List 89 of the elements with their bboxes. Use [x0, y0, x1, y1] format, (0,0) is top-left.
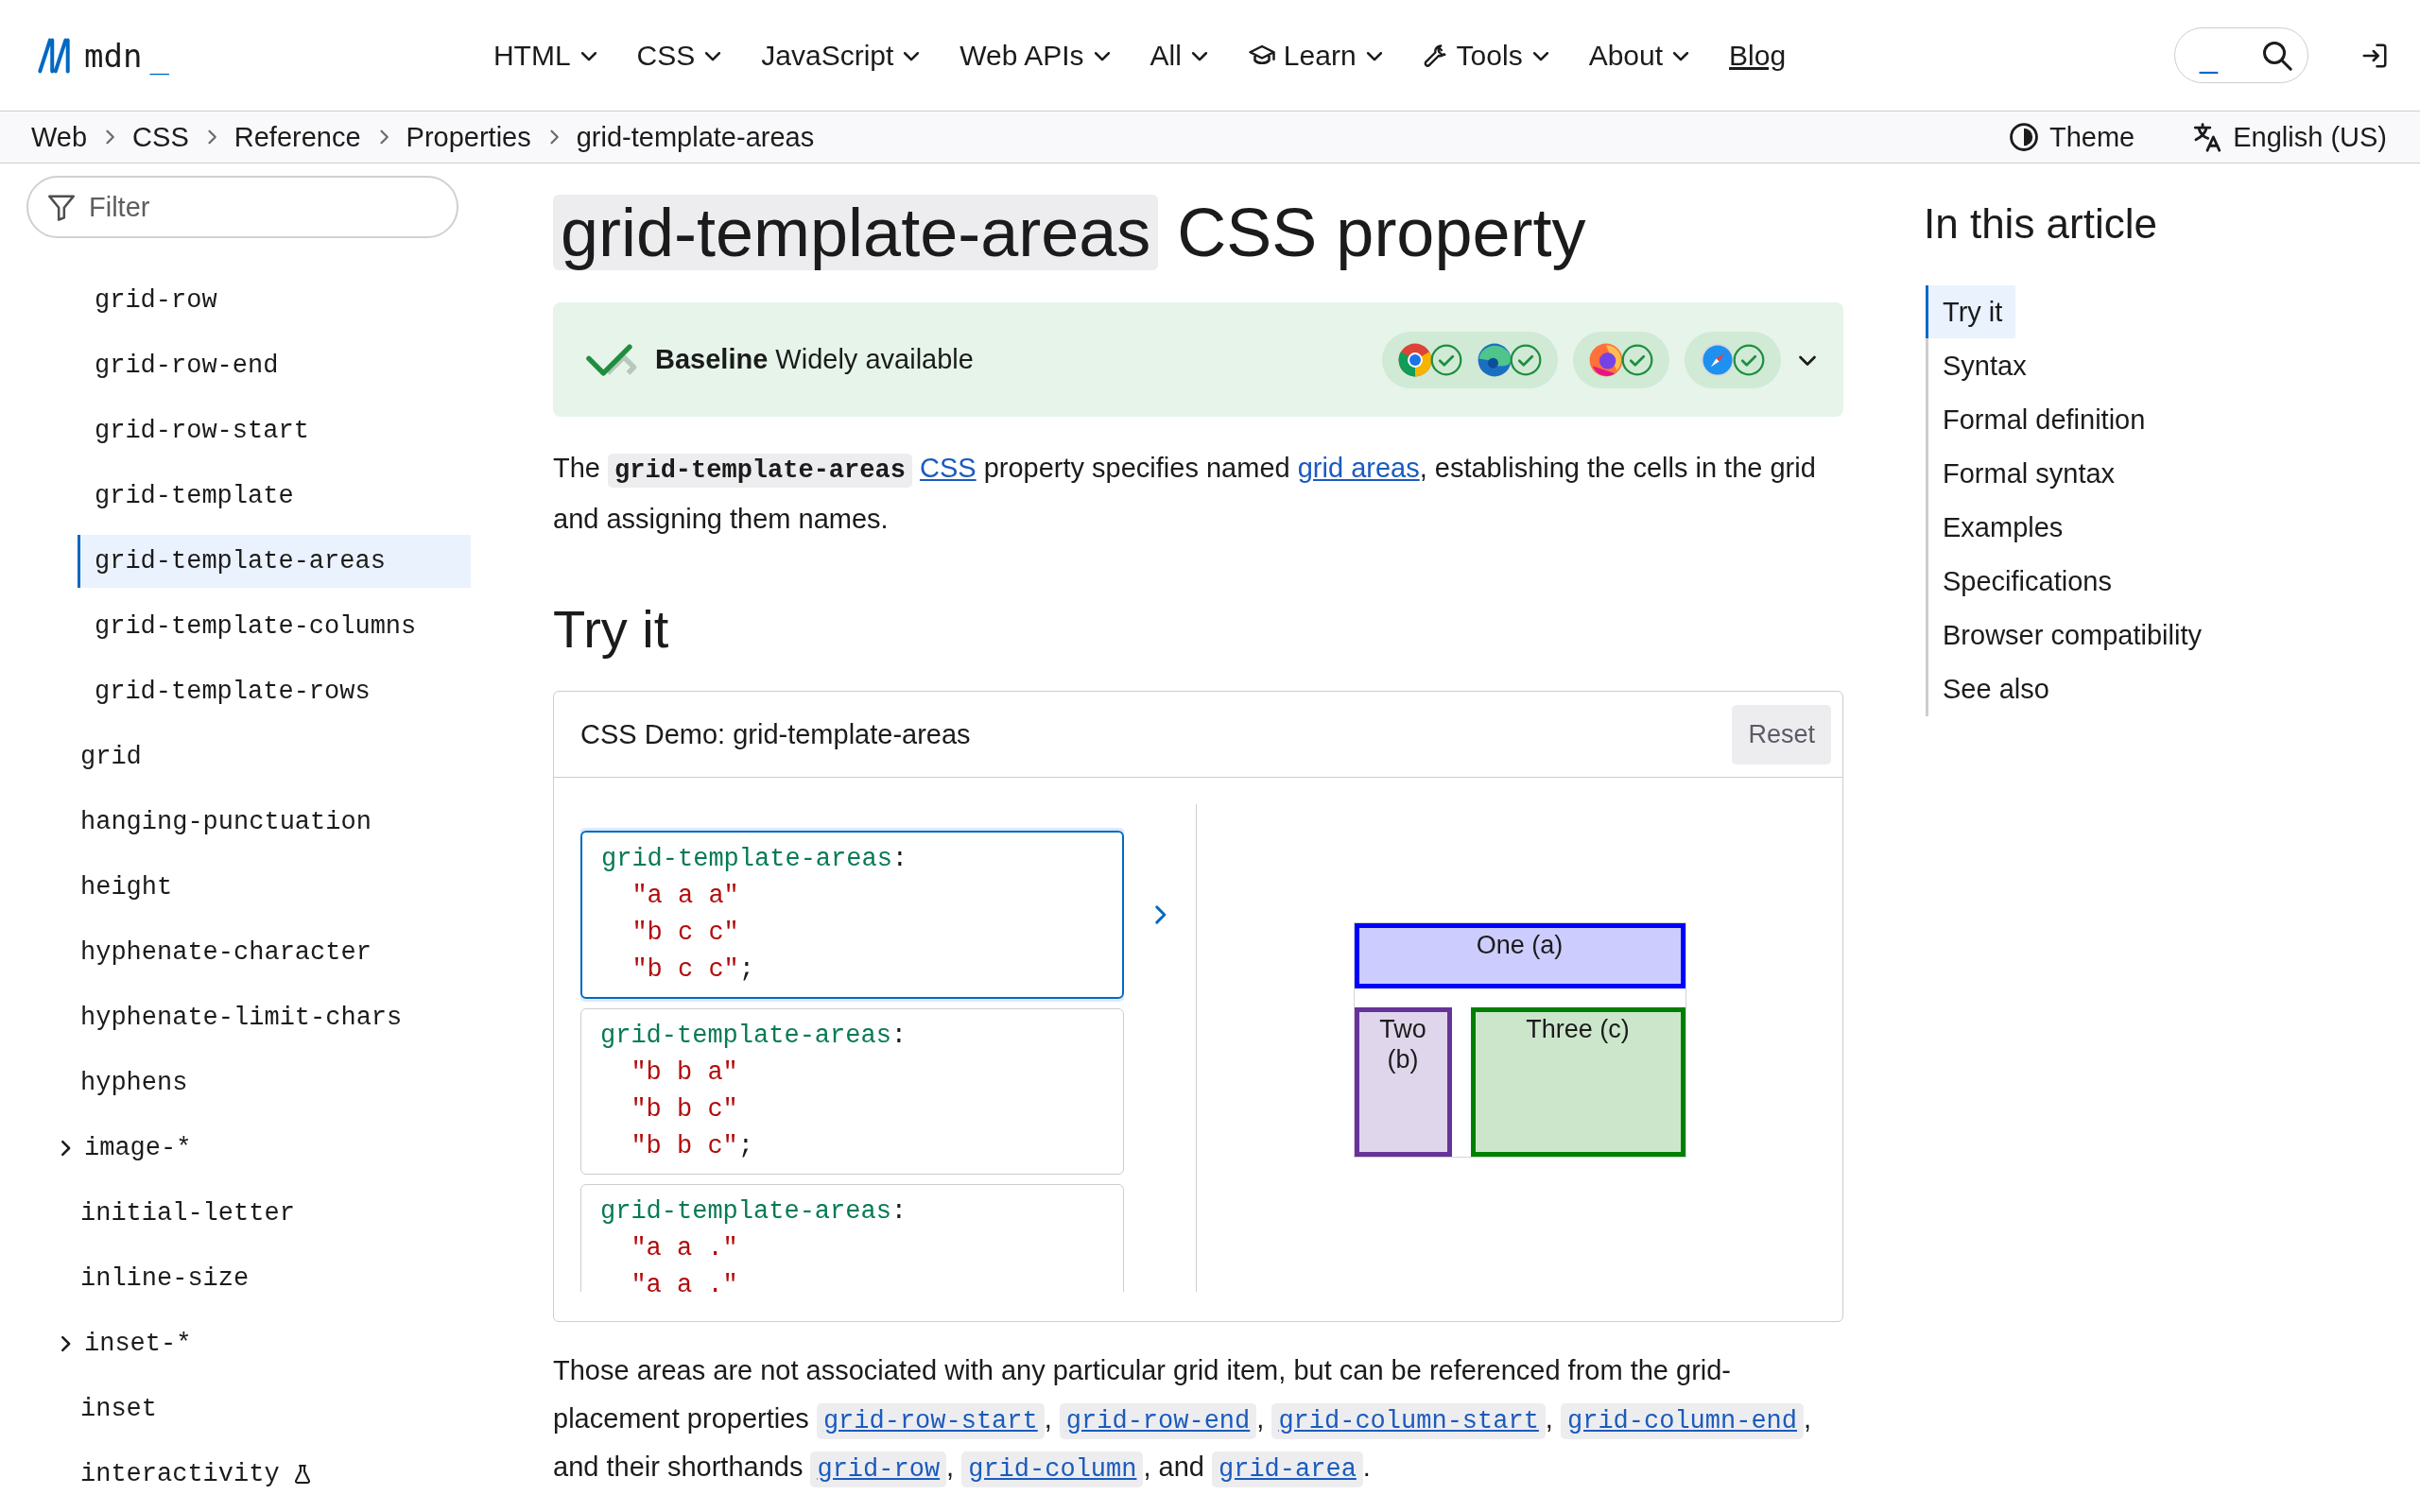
code-line: "b b a" [630, 1057, 739, 1089]
toc-title: In this article [1924, 199, 2158, 249]
baseline-banner[interactable]: Baseline Widely available [553, 302, 1843, 417]
breadcrumb-link[interactable]: Web [31, 121, 88, 153]
link[interactable]: grid areas [1297, 453, 1420, 483]
section-heading: Try it [553, 598, 670, 661]
sidebar-link[interactable]: inset-* [52, 1316, 445, 1370]
toc-link[interactable]: Specifications [1926, 555, 2125, 608]
baseline-label: Baseline Widely available [655, 344, 974, 375]
browser-icon [1477, 341, 1512, 378]
sidebar-link[interactable]: grid-row [78, 273, 471, 327]
grid-item: One (a) [1354, 922, 1685, 988]
breadcrumb-link[interactable]: Properties [406, 121, 531, 153]
toc-link[interactable]: Try it [1926, 285, 2016, 338]
code-line: grid-template-areas: [600, 1021, 908, 1052]
sidebar-link[interactable]: initial-letter [63, 1186, 457, 1240]
body-paragraph: Those areas are not associated with any particular grid item, but can be referenced from the grid-placement properties grid-row-start , grid-row-end , grid-column-start , grid-column-end , and their shorthands grid-row , grid-column , and grid-area . [553, 1347, 1843, 1491]
code-line: "a a a" [631, 881, 740, 912]
toc-link[interactable]: Formal syntax [1926, 447, 2129, 500]
sidebar-link[interactable]: grid-row-start [78, 404, 471, 457]
nav-menu[interactable]: CSS [636, 39, 724, 72]
sidebar-link[interactable]: grid-template-rows [78, 664, 471, 718]
browser-icon [1700, 341, 1736, 378]
nav-menu[interactable]: About [1588, 39, 1692, 72]
toc-link[interactable]: Formal definition [1926, 393, 2159, 446]
page-title: grid-template-areas CSS property [553, 188, 1843, 278]
toc-link[interactable]: Browser compatibility [1926, 609, 2215, 662]
code-line: grid-template-areas: [601, 844, 909, 875]
nav-menu[interactable]: Learn [1247, 39, 1385, 72]
toc-link[interactable]: Examples [1926, 501, 2077, 554]
browser-icon [1588, 341, 1624, 378]
sidebar-link[interactable]: hyphens [63, 1056, 457, 1109]
code-link[interactable]: grid-row-start [816, 1403, 1045, 1439]
code-line: "a a ." [630, 1270, 739, 1292]
breadcrumb-link[interactable]: grid-template-areas [576, 121, 815, 153]
code-line: grid-template-areas: [600, 1196, 908, 1228]
code-link[interactable]: grid-column-start [1271, 1403, 1546, 1439]
nav-menu[interactable]: Web APIs [959, 39, 1113, 72]
sidebar-link[interactable]: interactivity [63, 1447, 457, 1501]
code-link[interactable]: grid-row-end [1059, 1403, 1257, 1439]
grid-item: Three (c) [1470, 1006, 1685, 1157]
blog-link[interactable]: Blog [1729, 39, 1787, 72]
sidebar-link[interactable]: grid-template-columns [78, 599, 471, 653]
code-link[interactable]: grid-column [961, 1452, 1144, 1487]
nav-menu[interactable]: All [1150, 39, 1210, 72]
code-link[interactable]: grid-column-end [1561, 1403, 1805, 1439]
nav-menu[interactable]: JavaScript [761, 39, 923, 72]
code-line: "b b c"; [630, 1131, 754, 1162]
code-option[interactable]: grid-template-areas: "a a a" "b c c" "b c c"; [580, 831, 1124, 999]
code-line: "a a ." [630, 1233, 739, 1264]
check-circle-icon [1732, 342, 1766, 377]
sidebar-link[interactable]: grid [63, 730, 457, 783]
intro-paragraph: The grid-template-areas CSS property specifies named grid areas, establishing the cells in the grid and assigning them names. [553, 452, 1817, 536]
reset-button[interactable]: Reset [1732, 704, 1831, 765]
code-link[interactable]: grid-area [1212, 1452, 1363, 1487]
sidebar-link[interactable]: inset [63, 1382, 457, 1435]
sidebar-link[interactable]: hanging-punctuation [63, 795, 457, 849]
nav-menu[interactable]: HTML [493, 39, 599, 72]
sidebar-link[interactable]: hyphenate-character [63, 925, 457, 979]
toc-link[interactable]: See also [1926, 662, 2063, 715]
code-line: "b c c" [631, 918, 740, 949]
nav-menu[interactable]: Tools [1422, 39, 1551, 72]
link[interactable]: CSS [919, 453, 977, 483]
filter-field[interactable]: Filter [26, 176, 458, 238]
breadcrumb-link[interactable]: Reference [233, 121, 361, 153]
logo-link[interactable]: mdn _ [31, 36, 169, 75]
check-circle-icon [1429, 342, 1463, 377]
language-button[interactable]: English (US) [2191, 121, 2387, 153]
sidebar-link[interactable]: grid-template [78, 469, 471, 523]
sidebar-link[interactable]: grid-row-end [78, 338, 471, 392]
sidebar-link[interactable]: inline-size [63, 1251, 457, 1305]
theme-icon [2007, 121, 2040, 153]
sidebar-link[interactable]: grid-template-areas [78, 534, 471, 588]
check-circle-icon [1509, 342, 1543, 377]
browser-icon [1397, 341, 1433, 378]
breadcrumb-link[interactable]: CSS [132, 121, 189, 153]
sidebar-link[interactable]: hyphenate-limit-chars [63, 990, 457, 1044]
check-circle-icon [1620, 342, 1654, 377]
grid-item: Two (b) [1354, 1006, 1452, 1157]
theme-button[interactable]: Theme [2007, 121, 2135, 153]
code-option[interactable]: grid-template-areas: "b b a" "b b c" "b b c"; [580, 1008, 1124, 1175]
code-line: "b c c"; [631, 954, 755, 986]
code-option[interactable]: grid-template-areas: "a a ." "a a ." [580, 1184, 1124, 1292]
code-link[interactable]: grid-row [810, 1452, 947, 1487]
demo-title: CSS Demo: grid-template-areas [580, 718, 971, 750]
sidebar-link[interactable]: image-* [52, 1121, 445, 1175]
code-line: "b b c" [630, 1094, 739, 1125]
toc-link[interactable]: Syntax [1926, 339, 2040, 392]
sidebar-link[interactable]: height [63, 860, 457, 914]
